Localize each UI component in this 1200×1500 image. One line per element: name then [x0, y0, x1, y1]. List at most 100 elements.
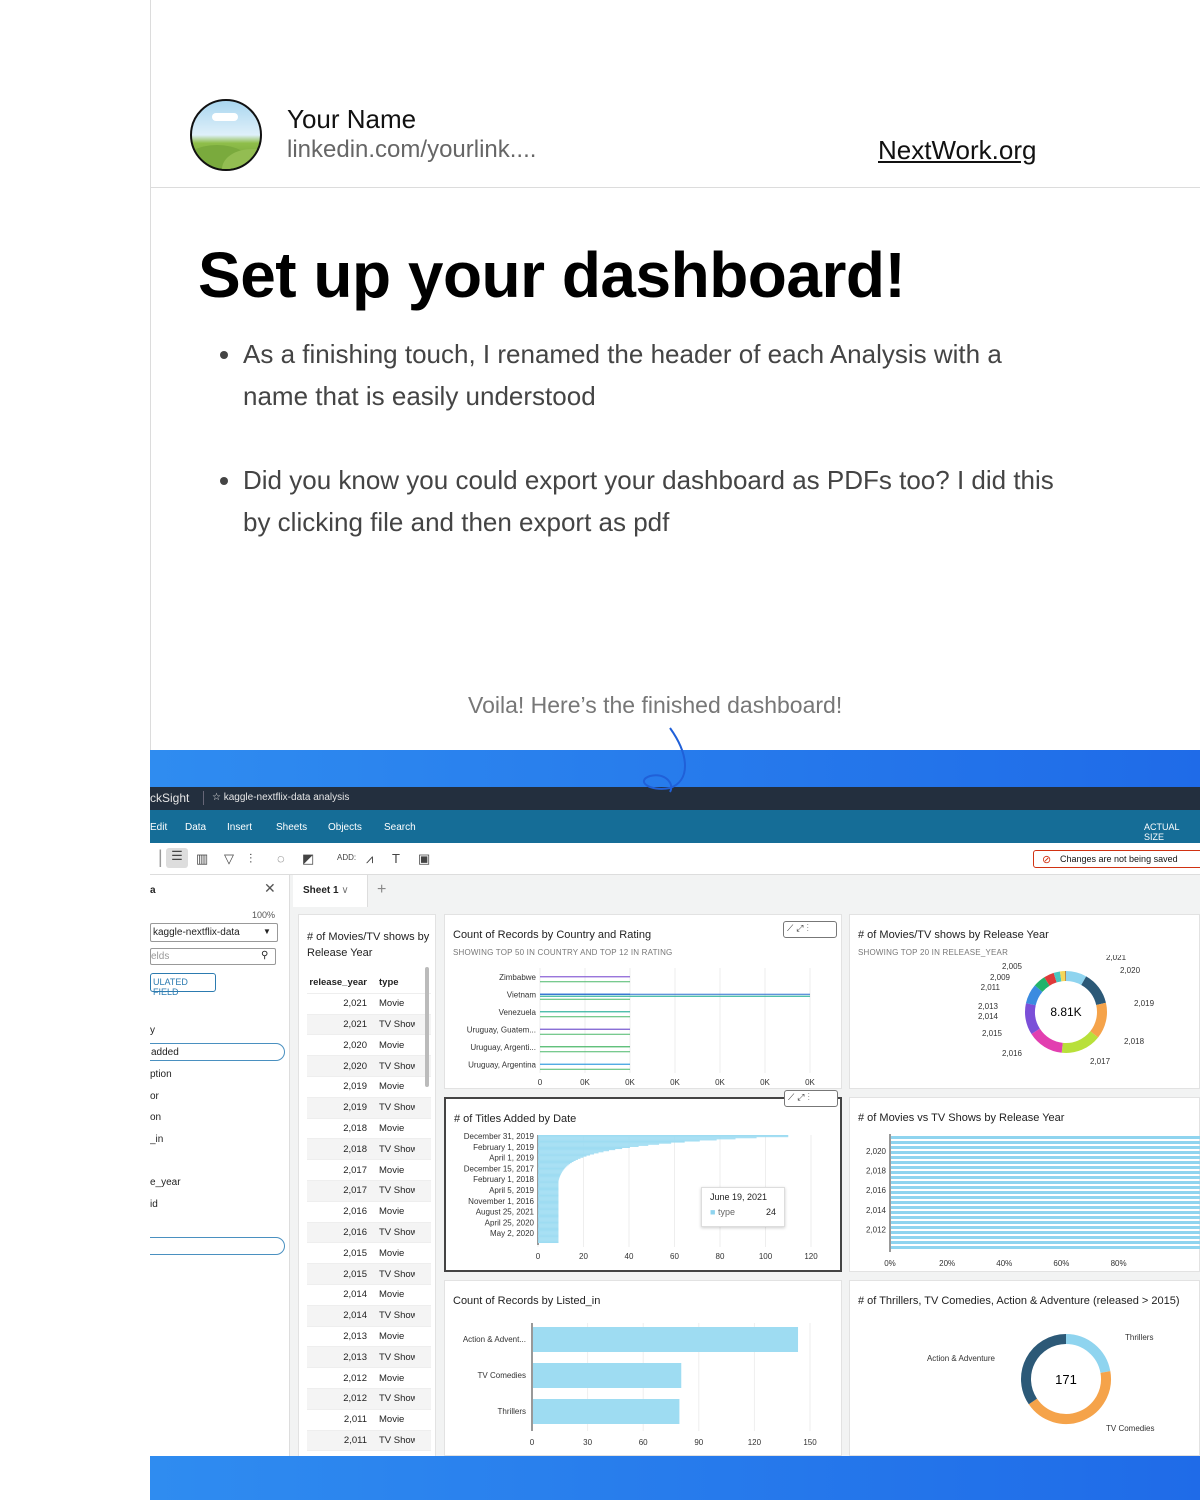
bullet-list: As a finishing touch, I renamed the head…	[243, 333, 1063, 585]
bar	[538, 1190, 559, 1192]
field-search-input[interactable]: elds ⚲	[150, 948, 276, 965]
field-item-selected[interactable]: added	[150, 1043, 285, 1061]
table-row[interactable]: 2,019 TV Show	[307, 1097, 431, 1119]
y-tick-label: Thrillers	[498, 1407, 526, 1416]
scrollbar[interactable]	[425, 967, 429, 1087]
menu-insert[interactable]: Insert	[227, 822, 252, 833]
donut-label: 2,020	[1120, 966, 1141, 975]
profile-link[interactable]: linkedin.com/yourlink....	[287, 136, 536, 164]
table-row[interactable]: 2,017 TV Show	[307, 1180, 431, 1202]
field-item[interactable]: id	[150, 1199, 158, 1210]
x-tick-label: 80%	[1111, 1259, 1127, 1268]
table-row[interactable]: 2,015 Movie	[307, 1243, 431, 1265]
bar	[538, 1158, 578, 1160]
bar	[538, 1218, 559, 1220]
table-row[interactable]: 2,019 Movie	[307, 1077, 431, 1098]
insights-icon[interactable]: ◌	[277, 851, 285, 866]
table-row[interactable]: 2,020 TV Show	[307, 1056, 431, 1077]
table-row[interactable]: 2,011 Movie	[307, 1410, 431, 1431]
bar	[891, 1191, 1200, 1194]
table-row[interactable]: 2,021 Movie	[307, 994, 431, 1015]
bar	[891, 1241, 1200, 1244]
bar	[891, 1216, 1200, 1219]
field-item[interactable]: ption	[150, 1069, 172, 1080]
donut-label: 2,017	[1090, 1057, 1111, 1066]
bar	[538, 1227, 559, 1229]
add-text-icon[interactable]: T	[392, 851, 400, 866]
menu-search[interactable]: Search	[384, 822, 416, 833]
field-item[interactable]: _in	[150, 1134, 163, 1145]
menu-data[interactable]: Data	[185, 822, 206, 833]
x-tick-label: 0K	[760, 1078, 770, 1087]
parameters-icon[interactable]: ⫶	[249, 851, 252, 867]
table-row[interactable]: 2,012 TV Show	[307, 1388, 431, 1410]
release-year-donut-visual[interactable]: # of Movies/TV shows by Release Year SHO…	[849, 914, 1200, 1089]
add-image-icon[interactable]: ▣	[418, 851, 430, 867]
forecast-icon[interactable]: ◩	[302, 851, 314, 867]
donut-slice	[1065, 971, 1087, 986]
close-icon[interactable]: ✕	[264, 880, 276, 897]
table-row[interactable]: 2,021 TV Show	[307, 1014, 431, 1036]
field-item-selected[interactable]	[150, 1237, 285, 1255]
field-item[interactable]: e_year	[150, 1177, 181, 1188]
titles-added-visual[interactable]: # of Titles Added by Date ⟋⤢⋮ 0 20 40 60 80 1…	[444, 1090, 842, 1272]
movies-vs-tv-visual[interactable]: # of Movies vs TV Shows by Release Year …	[849, 1097, 1200, 1272]
y-tick-label: Vietnam	[507, 990, 537, 999]
x-tick-label: 0K	[715, 1078, 725, 1087]
tab-sheet-1[interactable]: Sheet 1 ∨	[293, 875, 368, 907]
table-row[interactable]: 2,014 TV Show	[307, 1305, 431, 1327]
listed-in-visual[interactable]: Count of Records by Listed_in 0 30 60 90 120…	[444, 1280, 842, 1456]
menu-objects[interactable]: Objects	[328, 822, 362, 833]
visual-title: # of Movies vs TV Shows by Release Year	[858, 1112, 1065, 1124]
bar	[538, 1146, 630, 1148]
field-item[interactable]: on	[150, 1112, 161, 1123]
y-tick-label: December 31, 2019	[464, 1132, 535, 1141]
table-row[interactable]: 2,018 TV Show	[307, 1139, 431, 1161]
visual-menu-icon[interactable]: ⟋⤢⋮	[784, 1090, 838, 1107]
country-rating-visual[interactable]: Count of Records by Country and Rating S…	[444, 914, 842, 1089]
menu-edit[interactable]: Edit	[150, 822, 167, 833]
table-row[interactable]: 2,016 TV Show	[307, 1222, 431, 1244]
table-row[interactable]: 2,013 Movie	[307, 1327, 431, 1348]
brand-link[interactable]: NextWork.org	[878, 135, 1036, 166]
table-visual[interactable]: # of Movies/TV shows by Release Year rel…	[298, 914, 436, 1456]
bar	[538, 1189, 559, 1191]
table-row[interactable]: 2,016 Movie	[307, 1202, 431, 1223]
search-icon: ⚲	[261, 950, 269, 961]
bar	[538, 1149, 616, 1151]
actual-size[interactable]: ACTUAL SIZE	[1144, 822, 1200, 842]
bar	[538, 1197, 559, 1199]
table-row[interactable]: 2,020 Movie	[307, 1035, 431, 1057]
slide: Your Name linkedin.com/yourlink.... Next…	[0, 0, 1200, 1500]
field-item[interactable]: or	[150, 1091, 159, 1102]
table-row[interactable]: 2,017 Movie	[307, 1160, 431, 1181]
dataset-icon[interactable]: ☰	[166, 848, 188, 868]
dataset-select[interactable]: kaggle-nextflix-data ▼	[150, 923, 278, 942]
table-row[interactable]: 2,012 Movie	[307, 1368, 431, 1389]
field-item[interactable]: y	[150, 1025, 155, 1036]
y-tick-label: 2,020	[866, 1147, 887, 1156]
listed-in-chart: 0 30 60 90 120 150 Action & Advent... TV Comedi…	[463, 1323, 817, 1447]
add-sheet-icon[interactable]: +	[377, 881, 386, 899]
table-row[interactable]: 2,018 Movie	[307, 1119, 431, 1140]
table-row[interactable]: 2,011 TV Show	[307, 1430, 431, 1452]
donut-label: 2,013	[978, 1002, 999, 1011]
genres-donut-visual[interactable]: # of Thrillers, TV Comedies, Action & Ad…	[849, 1280, 1200, 1456]
donut-center-label: 171	[1055, 1372, 1077, 1387]
bar	[538, 1140, 700, 1142]
bar	[538, 1195, 559, 1197]
x-tick-label: 0K	[805, 1078, 815, 1087]
add-visual-icon[interactable]: ⩘	[366, 851, 373, 867]
menu-sheets[interactable]: Sheets	[276, 822, 307, 833]
table-row[interactable]: 2,013 TV Show	[307, 1347, 431, 1369]
visual-menu-icon[interactable]: ⟋⤢⋮	[783, 921, 837, 938]
bar	[538, 1176, 560, 1178]
filter-icon[interactable]: ▽	[224, 851, 234, 867]
table-row[interactable]: 2,014 Movie	[307, 1285, 431, 1306]
bar	[538, 1213, 559, 1215]
visualize-icon[interactable]: ▥	[196, 851, 208, 867]
bar	[533, 1363, 682, 1388]
table-row[interactable]: 2,015 TV Show	[307, 1264, 431, 1285]
add-calculated-field-button[interactable]: ULATED FIELD	[150, 973, 216, 997]
bar	[538, 1184, 559, 1186]
